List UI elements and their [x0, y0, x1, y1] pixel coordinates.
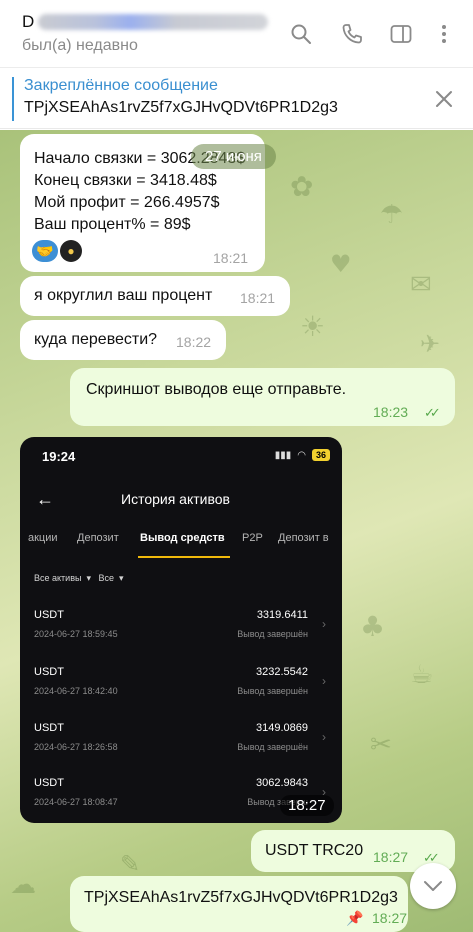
- pinned-message-bar[interactable]: Закреплённое сообщение TPjXSEAhAs1rvZ5f7…: [0, 69, 473, 129]
- message-line: Ваш процент% = 89$: [34, 216, 191, 233]
- doodle-icon: ✂: [370, 730, 392, 760]
- phone-status-icons: ▮▮▮ ◠ 36: [275, 449, 330, 461]
- tab-label: Депозит в: [278, 532, 329, 544]
- contact-status: был(а) недавно: [22, 37, 138, 54]
- message-line: Конец связки = 3418.48$: [34, 172, 217, 189]
- outgoing-message[interactable]: TPjXSEAhAs1rvZ5f7xGJHvQDVt6PR1D2g3 📌 18:…: [70, 876, 408, 932]
- screenshot-image[interactable]: 19:24 ▮▮▮ ◠ 36 ← История активов акции Д…: [20, 437, 342, 823]
- pinned-text: TPjXSEAhAs1rvZ5f7xGJHvQDVt6PR1D2g3: [24, 99, 338, 116]
- doodle-icon: ✉: [410, 270, 432, 300]
- read-checkmarks-icon: ✓✓: [424, 405, 441, 420]
- incoming-message[interactable]: я округлил ваш процент 18:21: [20, 276, 290, 316]
- tab-underline: [138, 556, 230, 558]
- filter-label: Все активы: [34, 573, 82, 583]
- pinned-accent-bar: [12, 77, 14, 121]
- sidebar-toggle-icon[interactable]: [389, 22, 413, 46]
- contact-name-initial: D: [22, 12, 35, 31]
- contact-name[interactable]: D: [22, 12, 269, 32]
- message-time: 18:27: [280, 795, 334, 816]
- close-icon[interactable]: [434, 89, 454, 109]
- outgoing-message[interactable]: Скриншот выводов еще отправьте. 18:23 ✓✓: [70, 368, 455, 426]
- blurred-contact-name: [38, 14, 269, 30]
- screenshot-title: История активов: [121, 491, 230, 507]
- message-line: Мой профит = 266.4957$: [34, 194, 220, 211]
- filter-label: Все: [98, 573, 115, 583]
- signal-icon: ▮▮▮: [274, 449, 292, 461]
- message-text: Скриншот выводов еще отправьте.: [86, 381, 347, 398]
- list-item: USDT 3232.5542 2024-06-27 18:42:40 Вывод…: [20, 666, 342, 722]
- pin-icon: 📌: [346, 910, 364, 926]
- chevron-right-icon: ›: [322, 730, 326, 744]
- reaction-handshake-icon[interactable]: 🤝: [32, 240, 58, 262]
- more-menu-icon[interactable]: [432, 22, 456, 46]
- phone-icon[interactable]: [340, 22, 364, 46]
- doodle-icon: ✎: [120, 850, 141, 878]
- message-text: USDT TRC20: [265, 842, 364, 859]
- doodle-icon: ☁: [10, 870, 36, 900]
- incoming-message[interactable]: куда перевести? 18:22: [20, 320, 226, 360]
- row-coin: USDT: [34, 722, 64, 734]
- scroll-down-button[interactable]: [410, 863, 456, 909]
- chat-header: D был(а) недавно: [0, 0, 473, 68]
- dropdown-caret-icon: ▾: [83, 573, 96, 583]
- screenshot-filters: Все активы ▾ Все ▾: [34, 573, 124, 584]
- row-coin: USDT: [34, 666, 64, 678]
- list-item: USDT 3319.6411 2024-06-27 18:59:45 Вывод…: [20, 609, 342, 665]
- date-pill: 27 июня: [191, 144, 276, 169]
- tab-label: Депозит: [77, 532, 119, 544]
- doodle-icon: ☂: [380, 200, 404, 230]
- screenshot-tabs: акции Депозит Вывод средств P2P Депозит …: [20, 532, 342, 562]
- tab-label: акции: [28, 532, 58, 544]
- chat-area[interactable]: ✿ ☂ ♥ ✉ ☀ ✈ ♣ ☕ ✂ ☁ ✎ ⚓ Начало связки = …: [0, 130, 473, 932]
- battery-icon: 36: [311, 449, 330, 461]
- message-time: 18:22: [176, 334, 212, 350]
- doodle-icon: ✈: [420, 330, 441, 358]
- row-status: Вывод завершён: [237, 629, 308, 639]
- row-amount: 3232.5542: [256, 666, 308, 678]
- message-text: я округлил ваш процент: [34, 287, 213, 304]
- back-arrow-icon: ←: [36, 489, 54, 509]
- search-icon[interactable]: [289, 22, 313, 46]
- row-coin: USDT: [34, 777, 64, 789]
- dropdown-caret-icon: ▾: [116, 573, 124, 583]
- row-amount: 3319.6411: [256, 609, 308, 621]
- reaction-avatar-icon[interactable]: ●: [60, 240, 82, 262]
- phone-clock: 19:24: [42, 449, 76, 464]
- tab-label-active: Вывод средств: [140, 532, 225, 544]
- message-time: 18:21: [213, 250, 249, 266]
- row-date: 2024-06-27 18:42:40: [34, 686, 118, 696]
- message-text: куда перевести?: [34, 331, 158, 348]
- message-time: 18:21: [240, 290, 276, 306]
- message-time: 18:27: [373, 849, 409, 865]
- row-coin: USDT: [34, 609, 64, 621]
- doodle-icon: ♣: [360, 610, 386, 643]
- doodle-icon: ☀: [300, 310, 326, 343]
- row-status: Вывод завершён: [237, 742, 308, 752]
- message-time: 18:23: [373, 404, 409, 420]
- row-date: 2024-06-27 18:26:58: [34, 742, 118, 752]
- row-amount: 3149.0869: [256, 722, 308, 734]
- wifi-icon: ◠: [297, 449, 306, 461]
- chevron-right-icon: ›: [322, 674, 326, 688]
- message-text: TPjXSEAhAs1rvZ5f7xGJHvQDVt6PR1D2g3: [84, 889, 398, 906]
- pinned-title: Закреплённое сообщение: [24, 77, 218, 94]
- tab-label: P2P: [242, 532, 263, 544]
- doodle-icon: ✿: [290, 170, 314, 203]
- doodle-icon: ♥: [330, 250, 352, 278]
- row-date: 2024-06-27 18:08:47: [34, 797, 118, 807]
- row-amount: 3062.9843: [256, 777, 308, 789]
- list-item: USDT 3149.0869 2024-06-27 18:26:58 Вывод…: [20, 722, 342, 778]
- chevron-down-icon: [424, 881, 442, 891]
- row-status: Вывод завершён: [237, 686, 308, 696]
- message-time: 18:27: [372, 910, 408, 926]
- row-date: 2024-06-27 18:59:45: [34, 629, 118, 639]
- doodle-icon: ☕: [410, 660, 434, 690]
- chevron-right-icon: ›: [322, 617, 326, 631]
